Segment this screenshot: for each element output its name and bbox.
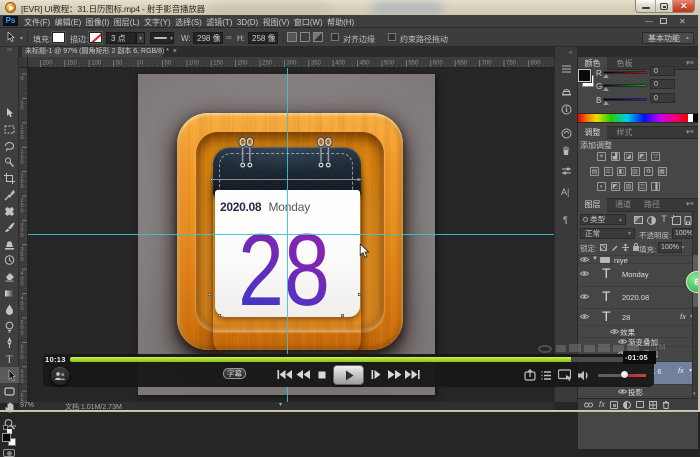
- svg-text:350: 350: [311, 61, 322, 67]
- svg-text:0: 0: [21, 233, 24, 239]
- svg-text:500: 500: [384, 61, 395, 67]
- svg-text:¶: ¶: [563, 215, 568, 225]
- svg-text:0: 0: [21, 257, 24, 263]
- svg-text:100: 100: [189, 61, 200, 67]
- svg-text:150: 150: [213, 61, 224, 67]
- svg-text:A|: A|: [561, 187, 569, 197]
- svg-text:0: 0: [21, 184, 24, 190]
- svg-text:50: 50: [116, 61, 123, 67]
- svg-text:150: 150: [67, 61, 78, 67]
- svg-text:0: 0: [21, 76, 24, 82]
- svg-text:0: 0: [21, 330, 24, 336]
- svg-text:700: 700: [482, 61, 493, 67]
- svg-text:0: 0: [21, 282, 24, 288]
- svg-text:0: 0: [21, 355, 24, 361]
- svg-text:50: 50: [164, 61, 171, 67]
- svg-text:800: 800: [530, 61, 541, 67]
- svg-text:400: 400: [335, 61, 346, 67]
- svg-text:250: 250: [262, 61, 273, 67]
- svg-text:0: 0: [21, 160, 24, 166]
- svg-text:100: 100: [91, 61, 102, 67]
- svg-text:600: 600: [433, 61, 444, 67]
- svg-text:T: T: [6, 354, 13, 366]
- svg-text:550: 550: [408, 61, 419, 67]
- svg-text:0: 0: [140, 61, 144, 67]
- svg-text:0: 0: [21, 106, 24, 112]
- svg-text:650: 650: [457, 61, 468, 67]
- svg-text:750: 750: [506, 61, 517, 67]
- svg-text:0: 0: [21, 306, 24, 312]
- svg-text:200: 200: [238, 61, 249, 67]
- svg-text:0: 0: [21, 135, 24, 141]
- svg-text:0: 0: [21, 379, 24, 385]
- svg-text:200: 200: [42, 61, 53, 67]
- svg-text:450: 450: [360, 61, 371, 67]
- svg-text:0: 0: [21, 208, 24, 214]
- svg-text:300: 300: [286, 61, 297, 67]
